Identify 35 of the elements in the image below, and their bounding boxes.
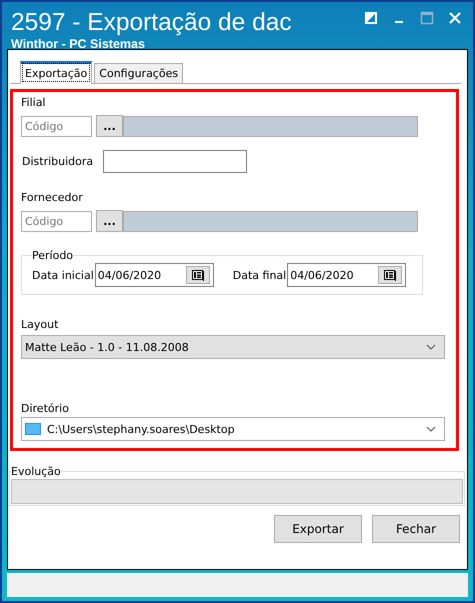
code-field[interactable]: Código: [21, 210, 92, 232]
action-button[interactable]: Exportar: [274, 515, 362, 543]
folder-icon: [25, 423, 41, 435]
field-label: Fornecedor: [21, 190, 84, 205]
window-subtitle: Winthor - PC Sistemas: [11, 38, 146, 50]
date-field[interactable]: 04/06/2020: [287, 263, 406, 287]
group-label: Período: [32, 248, 74, 263]
lookup-button[interactable]: ...: [96, 115, 123, 137]
date-field[interactable]: 04/06/2020: [94, 263, 214, 287]
date-value: 04/06/2020: [98, 268, 162, 282]
directory-dropdown[interactable]: C:\Users\stephany.soares\Desktop: [21, 417, 445, 441]
tab[interactable]: Configurações: [94, 63, 184, 83]
code-field[interactable]: Código: [21, 116, 92, 136]
group-label: Evolução: [11, 464, 61, 479]
calendar-button[interactable]: [186, 266, 210, 284]
action-button[interactable]: Fechar: [372, 515, 460, 543]
calendar-icon: [192, 270, 204, 280]
restore-icon[interactable]: [364, 11, 378, 25]
window-title: 2597 - Exportação de dac: [11, 8, 293, 38]
field-label: Layout: [21, 317, 60, 332]
field-label: Data inicial: [32, 268, 94, 282]
field-label: Diretório: [21, 401, 70, 416]
chevron-down-icon: [426, 426, 436, 432]
chevron-down-icon: [426, 344, 436, 350]
calendar-icon: [384, 270, 396, 280]
date-value: 04/06/2020: [290, 268, 354, 282]
layout-dropdown[interactable]: Matte Leão - 1.0 - 11.08.2008: [21, 335, 445, 359]
close-icon[interactable]: [448, 11, 462, 25]
tab[interactable]: Exportação: [20, 61, 92, 84]
field-label: Distribuidora: [22, 154, 94, 169]
calendar-button[interactable]: [378, 266, 402, 284]
distributor-field[interactable]: [103, 150, 248, 173]
field-label: Filial: [21, 95, 46, 110]
field-label: Data final: [232, 268, 286, 282]
lookup-button[interactable]: ...: [96, 210, 123, 232]
